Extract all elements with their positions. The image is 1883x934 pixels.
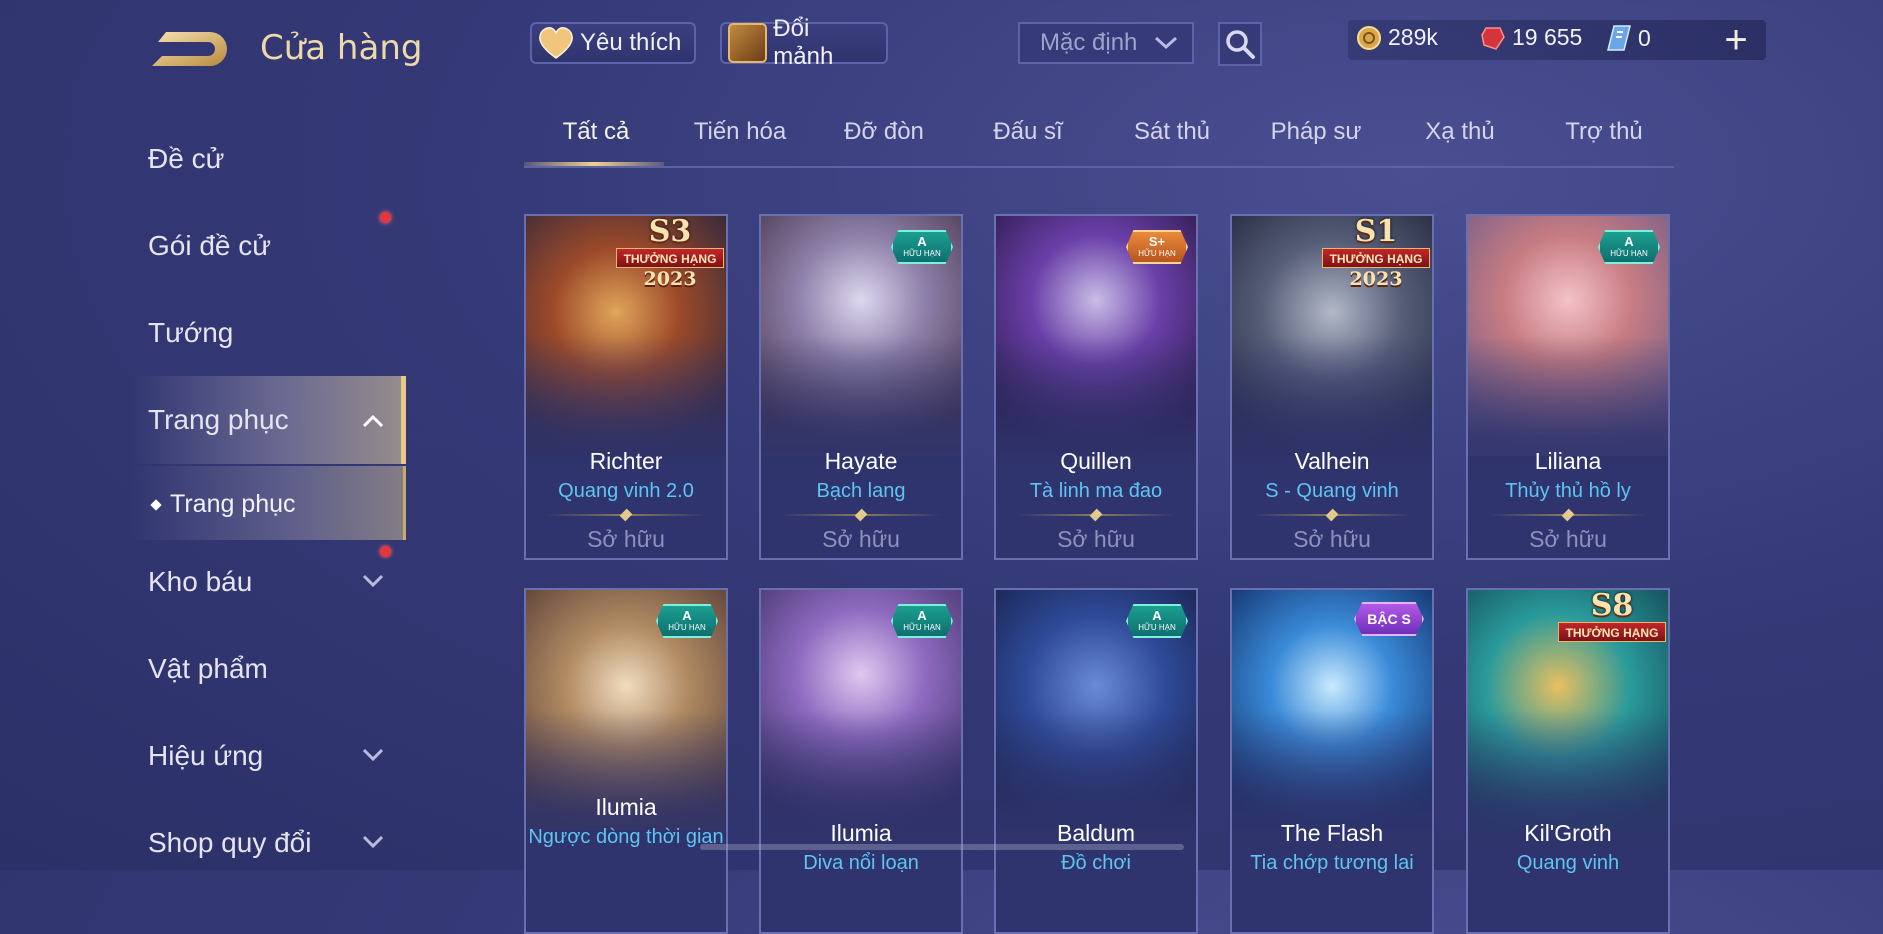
hero-name: Valhein xyxy=(1294,448,1370,474)
chevron-down-icon xyxy=(362,835,384,849)
hero-name: Richter xyxy=(589,448,663,474)
active-tab-underline xyxy=(524,162,664,166)
sidebar-item-recommended[interactable]: Đề cử xyxy=(148,143,224,175)
heart-icon xyxy=(539,27,573,59)
hero-name: Liliana xyxy=(1534,448,1602,474)
tab-marksman[interactable]: Xạ thủ xyxy=(1388,118,1532,146)
search-icon xyxy=(1226,30,1255,59)
skin-name: Diva nổi loạn xyxy=(803,852,919,874)
favorites-label: Yêu thích xyxy=(580,29,682,56)
skin-card[interactable]: S8 THƯỞNG HẠNG Kil'Groth Quang vinh xyxy=(1466,588,1670,934)
notification-dot xyxy=(380,212,391,223)
ticket-value: 0 xyxy=(1638,24,1651,51)
sidebar-item-recommended-packs[interactable]: Gói đề cử xyxy=(148,230,271,262)
skin-name: Quang vinh xyxy=(1516,852,1620,874)
category-tabs: Tất cả Tiến hóa Đỡ đòn Đấu sĩ Sát thủ Ph… xyxy=(524,118,1674,168)
skin-name: Tà linh ma đao xyxy=(1029,480,1163,502)
limited-badge: A HỮU HẠN xyxy=(656,604,718,638)
hero-name: Baldum xyxy=(1057,820,1135,846)
skin-card[interactable]: S+ HỮU HẠN Quillen Tà linh ma đao Sở hữu xyxy=(994,214,1198,560)
bullet-diamond-icon xyxy=(150,499,162,511)
skin-name: Ngược dòng thời gian xyxy=(528,826,724,848)
treasure-chest-icon xyxy=(728,23,768,63)
skin-card[interactable]: A HỮU HẠN Hayate Bạch lang Sở hữu xyxy=(759,214,963,560)
owned-status: Sở hữu xyxy=(1293,526,1371,552)
notification-dot xyxy=(380,546,391,557)
skin-name: Đồ chơi xyxy=(1061,852,1131,874)
sidebar-item-items[interactable]: Vật phẩm xyxy=(148,653,268,685)
tab-evolution[interactable]: Tiến hóa xyxy=(668,118,812,146)
skin-card[interactable]: A HỮU HẠN Liliana Thủy thủ hồ ly Sở hữu xyxy=(1466,214,1670,560)
search-button[interactable] xyxy=(1218,22,1262,66)
tab-assassin[interactable]: Sát thủ xyxy=(1100,118,1244,146)
voucher-balance: 19 655 xyxy=(1480,24,1582,51)
sidebar-item-exchange-shop[interactable]: Shop quy đổi xyxy=(148,827,311,859)
skin-card[interactable]: BẬC S The Flash Tia chớp tương lai xyxy=(1230,588,1434,934)
skin-name: Quang vinh 2.0 xyxy=(558,480,694,502)
skin-card[interactable]: A HỮU HẠN Ilumia Ngược dòng thời gian xyxy=(524,588,728,934)
ticket-icon xyxy=(1607,25,1631,51)
hero-name: Quillen xyxy=(1060,448,1132,474)
owned-status: Sở hữu xyxy=(822,526,900,552)
sidebar-subitem-label: Trang phục xyxy=(170,490,296,518)
skin-card[interactable]: A HỮU HẠN Ilumia Diva nổi loạn xyxy=(759,588,963,934)
rank-reward-badge: S8 THƯỞNG HẠNG xyxy=(1556,590,1668,662)
gold-coin-icon xyxy=(1357,25,1381,50)
favorites-button[interactable]: Yêu thích xyxy=(530,22,696,64)
skin-name: Thủy thủ hồ ly xyxy=(1505,480,1631,502)
skin-card[interactable]: A HỮU HẠN Baldum Đồ chơi xyxy=(994,588,1198,934)
chevron-down-icon xyxy=(362,748,384,762)
sidebar-item-treasure[interactable]: Kho báu xyxy=(148,566,252,598)
skin-name: Bạch lang xyxy=(816,480,906,502)
voucher-gem-icon xyxy=(1481,26,1505,50)
ticket-balance: 0 xyxy=(1606,24,1651,52)
voucher-value: 19 655 xyxy=(1512,24,1583,50)
rank-reward-badge: S1 THƯỞNG HẠNG 2023 xyxy=(1320,216,1432,290)
tab-all[interactable]: Tất cả xyxy=(524,118,668,146)
owned-status: Sở hữu xyxy=(1529,526,1607,552)
chevron-down-icon xyxy=(1154,36,1178,50)
sidebar-subitem-costumes[interactable]: Trang phục xyxy=(130,466,406,540)
hero-name: Kil'Groth xyxy=(1524,820,1612,846)
rank-reward-badge: S3 THƯỞNG HẠNG 2023 xyxy=(614,216,726,290)
sidebar-item-effects[interactable]: Hiệu ứng xyxy=(148,740,263,772)
tab-fighter[interactable]: Đấu sĩ xyxy=(956,118,1100,146)
hero-name: Ilumia xyxy=(830,820,892,846)
tier-badge: BẬC S xyxy=(1354,602,1424,636)
skin-card[interactable]: S1 THƯỞNG HẠNG 2023 Valhein S - Quang vi… xyxy=(1230,214,1434,560)
hero-name: Hayate xyxy=(824,448,898,474)
gold-coin-value: 289k xyxy=(1388,24,1438,50)
sidebar: Trang phục Đề cử Gói đề cử Tướng Trang p… xyxy=(0,0,410,858)
owned-status: Sở hữu xyxy=(587,526,665,552)
skin-card[interactable]: S3 THƯỞNG HẠNG 2023 Richter Quang vinh 2… xyxy=(524,214,728,560)
top-up-plus-button[interactable]: + xyxy=(1718,18,1754,62)
sort-dropdown[interactable]: Mặc định xyxy=(1018,22,1194,64)
sidebar-item-heroes[interactable]: Tướng xyxy=(148,317,233,349)
fragment-exchange-label: Đổi mảnh xyxy=(773,15,834,70)
limited-badge: S+ HỮU HẠN xyxy=(1126,230,1188,264)
limited-badge: A HỮU HẠN xyxy=(1126,604,1188,638)
sort-dropdown-value: Mặc định xyxy=(1040,29,1138,56)
tab-support[interactable]: Trợ thủ xyxy=(1532,118,1676,146)
limited-badge: A HỮU HẠN xyxy=(891,604,953,638)
hero-name: The Flash xyxy=(1280,820,1384,846)
tab-tank[interactable]: Đỡ đòn xyxy=(812,118,956,146)
chevron-down-icon xyxy=(362,574,384,588)
home-indicator xyxy=(700,844,1184,850)
gold-coin-balance: 289k xyxy=(1356,24,1438,51)
chevron-up-icon xyxy=(362,414,384,428)
limited-badge: A HỮU HẠN xyxy=(891,230,953,264)
tab-mage[interactable]: Pháp sư xyxy=(1244,118,1388,146)
owned-status: Sở hữu xyxy=(1057,526,1135,552)
fragment-exchange-button[interactable]: Đổi mảnh xyxy=(720,15,888,70)
sidebar-item-costumes[interactable]: Trang phục xyxy=(148,404,289,436)
limited-badge: A HỮU HẠN xyxy=(1598,230,1660,264)
skin-name: Tia chớp tương lai xyxy=(1250,852,1414,874)
skin-name: S - Quang vinh xyxy=(1265,480,1399,502)
hero-name: Ilumia xyxy=(595,794,657,820)
